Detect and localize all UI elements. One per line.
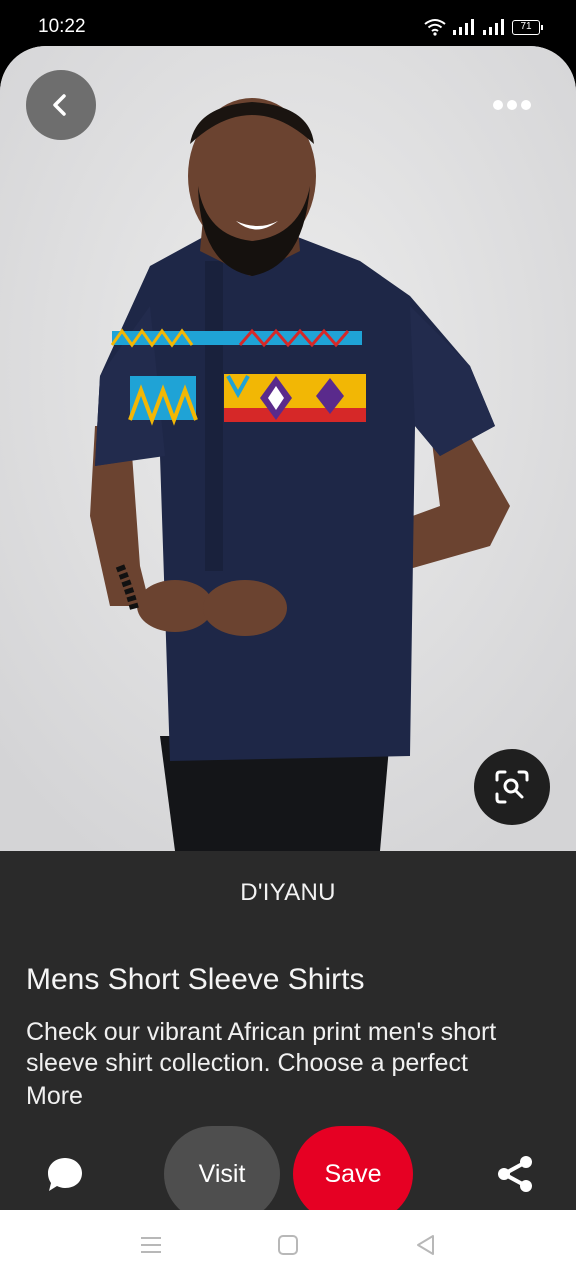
share-icon: [498, 1156, 532, 1192]
pin-title: Mens Short Sleeve Shirts: [26, 963, 365, 996]
pin-image: [0, 46, 576, 851]
battery-level: 71: [520, 21, 532, 32]
visit-button[interactable]: Visit: [164, 1126, 280, 1222]
comment-icon: [48, 1158, 82, 1191]
home-button[interactable]: [273, 1230, 303, 1260]
back-button[interactable]: [26, 70, 96, 140]
signal-icon: [483, 19, 504, 35]
share-button[interactable]: [492, 1151, 538, 1197]
status-bar: 10:22 71: [0, 0, 576, 46]
save-button[interactable]: Save: [293, 1126, 413, 1222]
status-icons: 71: [424, 17, 543, 37]
visual-search-button[interactable]: [474, 749, 550, 825]
back-nav-button[interactable]: [410, 1230, 440, 1260]
more-horizontal-icon: [493, 100, 531, 110]
lens-search-icon: [495, 770, 529, 804]
recent-apps-button[interactable]: [136, 1230, 166, 1260]
status-time: 10:22: [38, 16, 86, 37]
source-name[interactable]: D'IYANU: [0, 879, 576, 907]
menu-lines-icon: [141, 1237, 161, 1253]
signal-icon: [453, 19, 474, 35]
wifi-icon: [424, 19, 446, 36]
pin-info-panel: D'IYANU Mens Short Sleeve Shirts Check o…: [0, 851, 576, 1222]
more-link[interactable]: More: [26, 1082, 83, 1111]
chevron-left-icon: [53, 94, 66, 116]
pin-description: Check our vibrant African print men's sh…: [26, 1018, 497, 1077]
comment-button[interactable]: [42, 1152, 88, 1198]
pin-image-card[interactable]: [0, 46, 576, 851]
more-options-button[interactable]: [484, 84, 540, 126]
system-nav-bar: [0, 1210, 576, 1280]
square-icon: [278, 1235, 298, 1255]
battery-icon: 71: [512, 19, 543, 35]
triangle-back-icon: [417, 1235, 434, 1255]
